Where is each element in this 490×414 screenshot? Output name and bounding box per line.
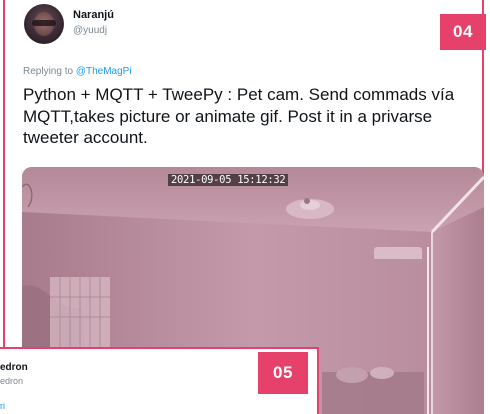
camera-timestamp: 2021-09-05 15:12:32 (168, 174, 289, 186)
reply-mention-link[interactable]: @TheMagPi (76, 66, 132, 77)
replying-to-line: Replying to @TheMagPi (23, 66, 132, 77)
card05-handle[interactable]: edron (0, 376, 23, 386)
replying-to-label: Replying to (23, 66, 76, 77)
author-handle[interactable]: @yuudj (73, 25, 107, 36)
badge-04: 04 (440, 14, 486, 50)
tweet-text: Python + MQTT + TweePy : Pet cam. Send c… (23, 85, 455, 147)
card05-display-name[interactable]: edron (0, 362, 28, 373)
avatar-glasses (32, 20, 56, 26)
author-display-name[interactable]: Naranjú (73, 9, 114, 21)
page: Naranjú @yuudj Replying to @TheMagPi Pyt… (0, 0, 490, 414)
user-avatar-icon[interactable] (24, 4, 64, 44)
badge-05: 05 (258, 352, 308, 394)
card05-mention-link[interactable]: ri (0, 401, 5, 411)
